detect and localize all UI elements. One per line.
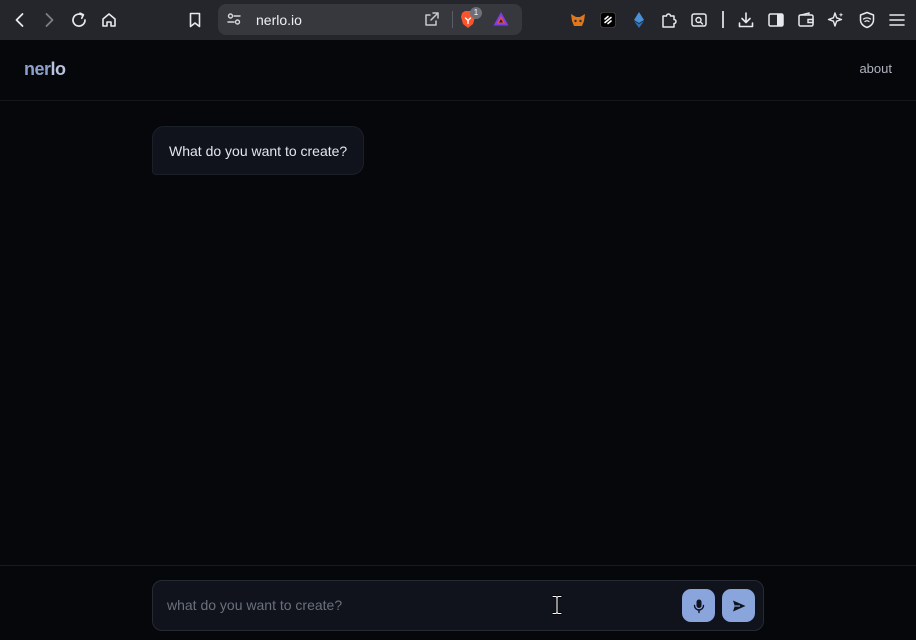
url-text[interactable]: nerlo.io xyxy=(256,12,302,28)
leo-ai-button[interactable] xyxy=(825,9,847,31)
chat-area: What do you want to create? xyxy=(0,101,916,565)
chevron-left-icon xyxy=(15,13,24,27)
ethereum-icon xyxy=(634,12,644,28)
back-button[interactable] xyxy=(8,8,32,32)
home-icon xyxy=(102,13,116,27)
send-button[interactable] xyxy=(722,589,755,622)
vpn-button[interactable] xyxy=(856,9,878,31)
download-icon xyxy=(738,12,754,28)
assistant-message: What do you want to create? xyxy=(152,126,365,175)
forward-button[interactable] xyxy=(37,8,61,32)
logo-part-2: lo xyxy=(50,59,67,79)
reload-icon xyxy=(72,12,86,27)
browser-toolbar: nerlo.io 1 xyxy=(0,0,916,40)
puzzle-icon xyxy=(662,13,677,28)
sidebar-icon xyxy=(768,13,784,27)
page-search-button[interactable] xyxy=(688,9,710,31)
prompt-composer xyxy=(152,580,764,631)
reload-button[interactable] xyxy=(67,8,91,32)
site-header: nerlo about xyxy=(0,40,916,101)
extensions-button[interactable] xyxy=(658,9,680,31)
chevron-right-icon xyxy=(45,13,54,27)
extension-icon xyxy=(600,12,616,28)
wallet-icon xyxy=(798,12,814,27)
brave-rewards-icon[interactable] xyxy=(492,10,510,28)
search-page-icon xyxy=(691,13,707,27)
site-settings-icon[interactable] xyxy=(226,11,242,27)
black-extension[interactable] xyxy=(597,9,619,31)
address-bar[interactable]: nerlo.io 1 xyxy=(218,4,522,35)
address-separator xyxy=(452,11,453,28)
ethereum-extension[interactable] xyxy=(628,9,650,31)
toolbar-separator xyxy=(722,11,724,28)
logo-part-1: ner xyxy=(24,59,51,79)
microphone-icon xyxy=(693,599,704,613)
mic-button[interactable] xyxy=(682,589,715,622)
menu-icon xyxy=(889,14,905,26)
send-icon xyxy=(732,600,745,611)
main-menu-button[interactable] xyxy=(886,9,908,31)
downloads-button[interactable] xyxy=(735,9,757,31)
text-cursor-icon xyxy=(551,595,563,615)
bookmark-icon xyxy=(189,12,201,28)
sidebar-button[interactable] xyxy=(765,9,787,31)
shield-count-badge: 1 xyxy=(470,7,482,19)
home-button[interactable] xyxy=(97,8,121,32)
bookmark-button[interactable] xyxy=(183,8,207,32)
prompt-input[interactable] xyxy=(167,593,667,617)
leo-ai-icon xyxy=(827,12,844,27)
wallet-button[interactable] xyxy=(795,9,817,31)
nerlo-logo[interactable]: nerlo xyxy=(24,59,66,80)
share-icon[interactable] xyxy=(423,10,441,28)
vpn-shield-icon xyxy=(859,11,875,29)
metamask-fox-icon xyxy=(571,14,585,26)
about-link[interactable]: about xyxy=(859,61,892,76)
metamask-extension[interactable] xyxy=(567,9,589,31)
composer-area xyxy=(0,565,916,640)
